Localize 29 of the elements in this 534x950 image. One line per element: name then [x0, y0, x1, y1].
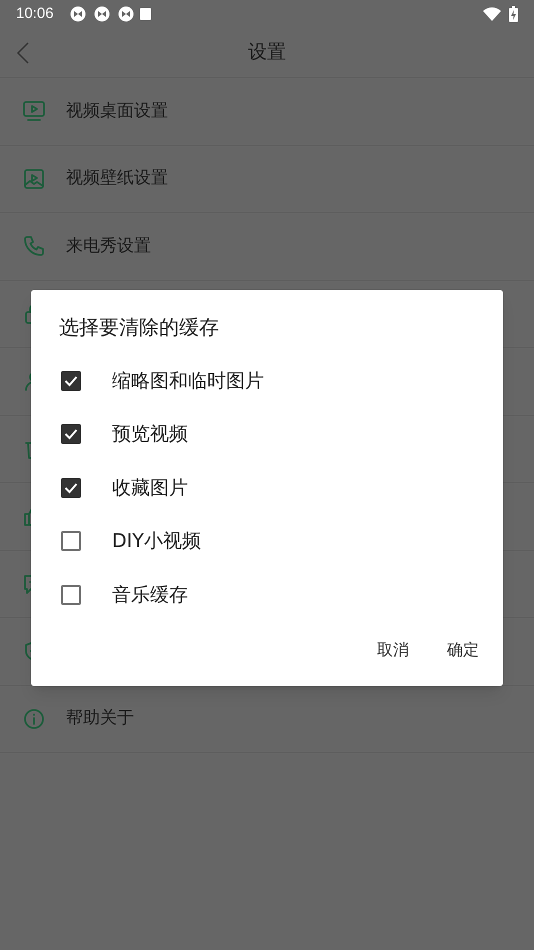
option-label[interactable]: 缩略图和临时图片	[112, 366, 264, 395]
phone-icon	[22, 234, 46, 258]
option-label[interactable]: DIY小视频	[112, 527, 201, 556]
row-label: 视频壁纸设置	[66, 167, 168, 190]
dialog-button[interactable]: 确定	[447, 634, 479, 666]
checkbox[interactable]	[61, 584, 81, 605]
row-label: 来电秀设置	[66, 234, 151, 258]
battery-icon	[509, 6, 518, 22]
info-icon	[22, 706, 46, 731]
row-label: 视频桌面设置	[66, 100, 168, 122]
checkbox[interactable]	[61, 424, 81, 444]
dialog-button[interactable]: 取消	[377, 634, 409, 666]
option-label[interactable]: 音乐缓存	[112, 580, 188, 609]
option-label[interactable]: 收藏图片	[112, 474, 188, 502]
option-label[interactable]: 预览视频	[112, 420, 188, 448]
row-label: 帮助关于	[66, 707, 134, 730]
check-icon	[64, 482, 78, 494]
checkbox[interactable]	[61, 531, 81, 552]
check-icon	[64, 374, 78, 387]
status-time: 10:06	[16, 4, 54, 24]
video-screen-icon	[22, 99, 46, 124]
checkbox[interactable]	[61, 370, 81, 391]
app-notification-icon	[70, 6, 152, 22]
page-title: 设置	[248, 40, 286, 66]
check-icon	[64, 428, 78, 440]
wifi-icon	[483, 7, 501, 21]
checkbox[interactable]	[61, 478, 81, 498]
dialog-title: 选择要清除的缓存	[59, 314, 220, 341]
picture-frame-icon	[22, 166, 46, 191]
